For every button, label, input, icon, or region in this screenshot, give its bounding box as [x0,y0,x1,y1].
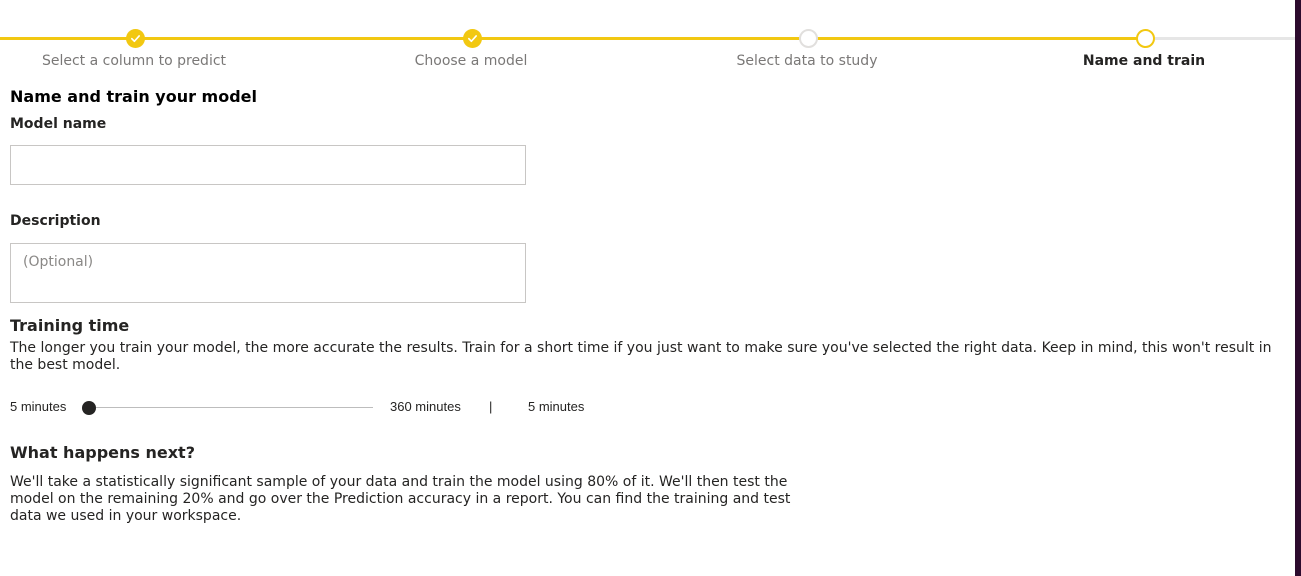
step-3-label[interactable]: Select data to study [677,53,937,69]
step-4-current-icon [1136,29,1155,48]
step-2-label[interactable]: Choose a model [341,53,601,69]
description-label: Description [10,213,101,229]
slider-thumb[interactable] [82,401,96,415]
window-edge [1295,0,1301,576]
step-3-pending-icon[interactable] [799,29,818,48]
slider-separator: | [489,399,493,414]
step-1-label[interactable]: Select a column to predict [4,53,264,69]
step-1-check-icon[interactable] [126,29,145,48]
slider-min-label: 5 minutes [10,399,67,414]
description-input[interactable] [10,243,526,303]
training-time-title: Training time [10,316,130,335]
training-time-slider[interactable] [82,401,373,415]
page-title: Name and train your model [10,87,257,106]
slider-max-label: 360 minutes [390,399,461,414]
step-2-check-icon[interactable] [463,29,482,48]
page: Select a column to predict Choose a mode… [0,0,1301,576]
model-name-input[interactable] [10,145,526,185]
stepper-remaining-track [1146,37,1296,40]
stepper-progress-track [0,37,1146,40]
wizard-stepper: Select a column to predict Choose a mode… [0,0,1296,80]
slider-current-value: 5 minutes [528,399,585,414]
what-happens-next-text: We'll take a statistically significant s… [10,474,791,524]
training-time-description: The longer you train your model, the mor… [10,340,1272,373]
model-name-label: Model name [10,116,107,132]
what-happens-next-title: What happens next? [10,443,195,462]
step-4-label: Name and train [1082,53,1206,69]
